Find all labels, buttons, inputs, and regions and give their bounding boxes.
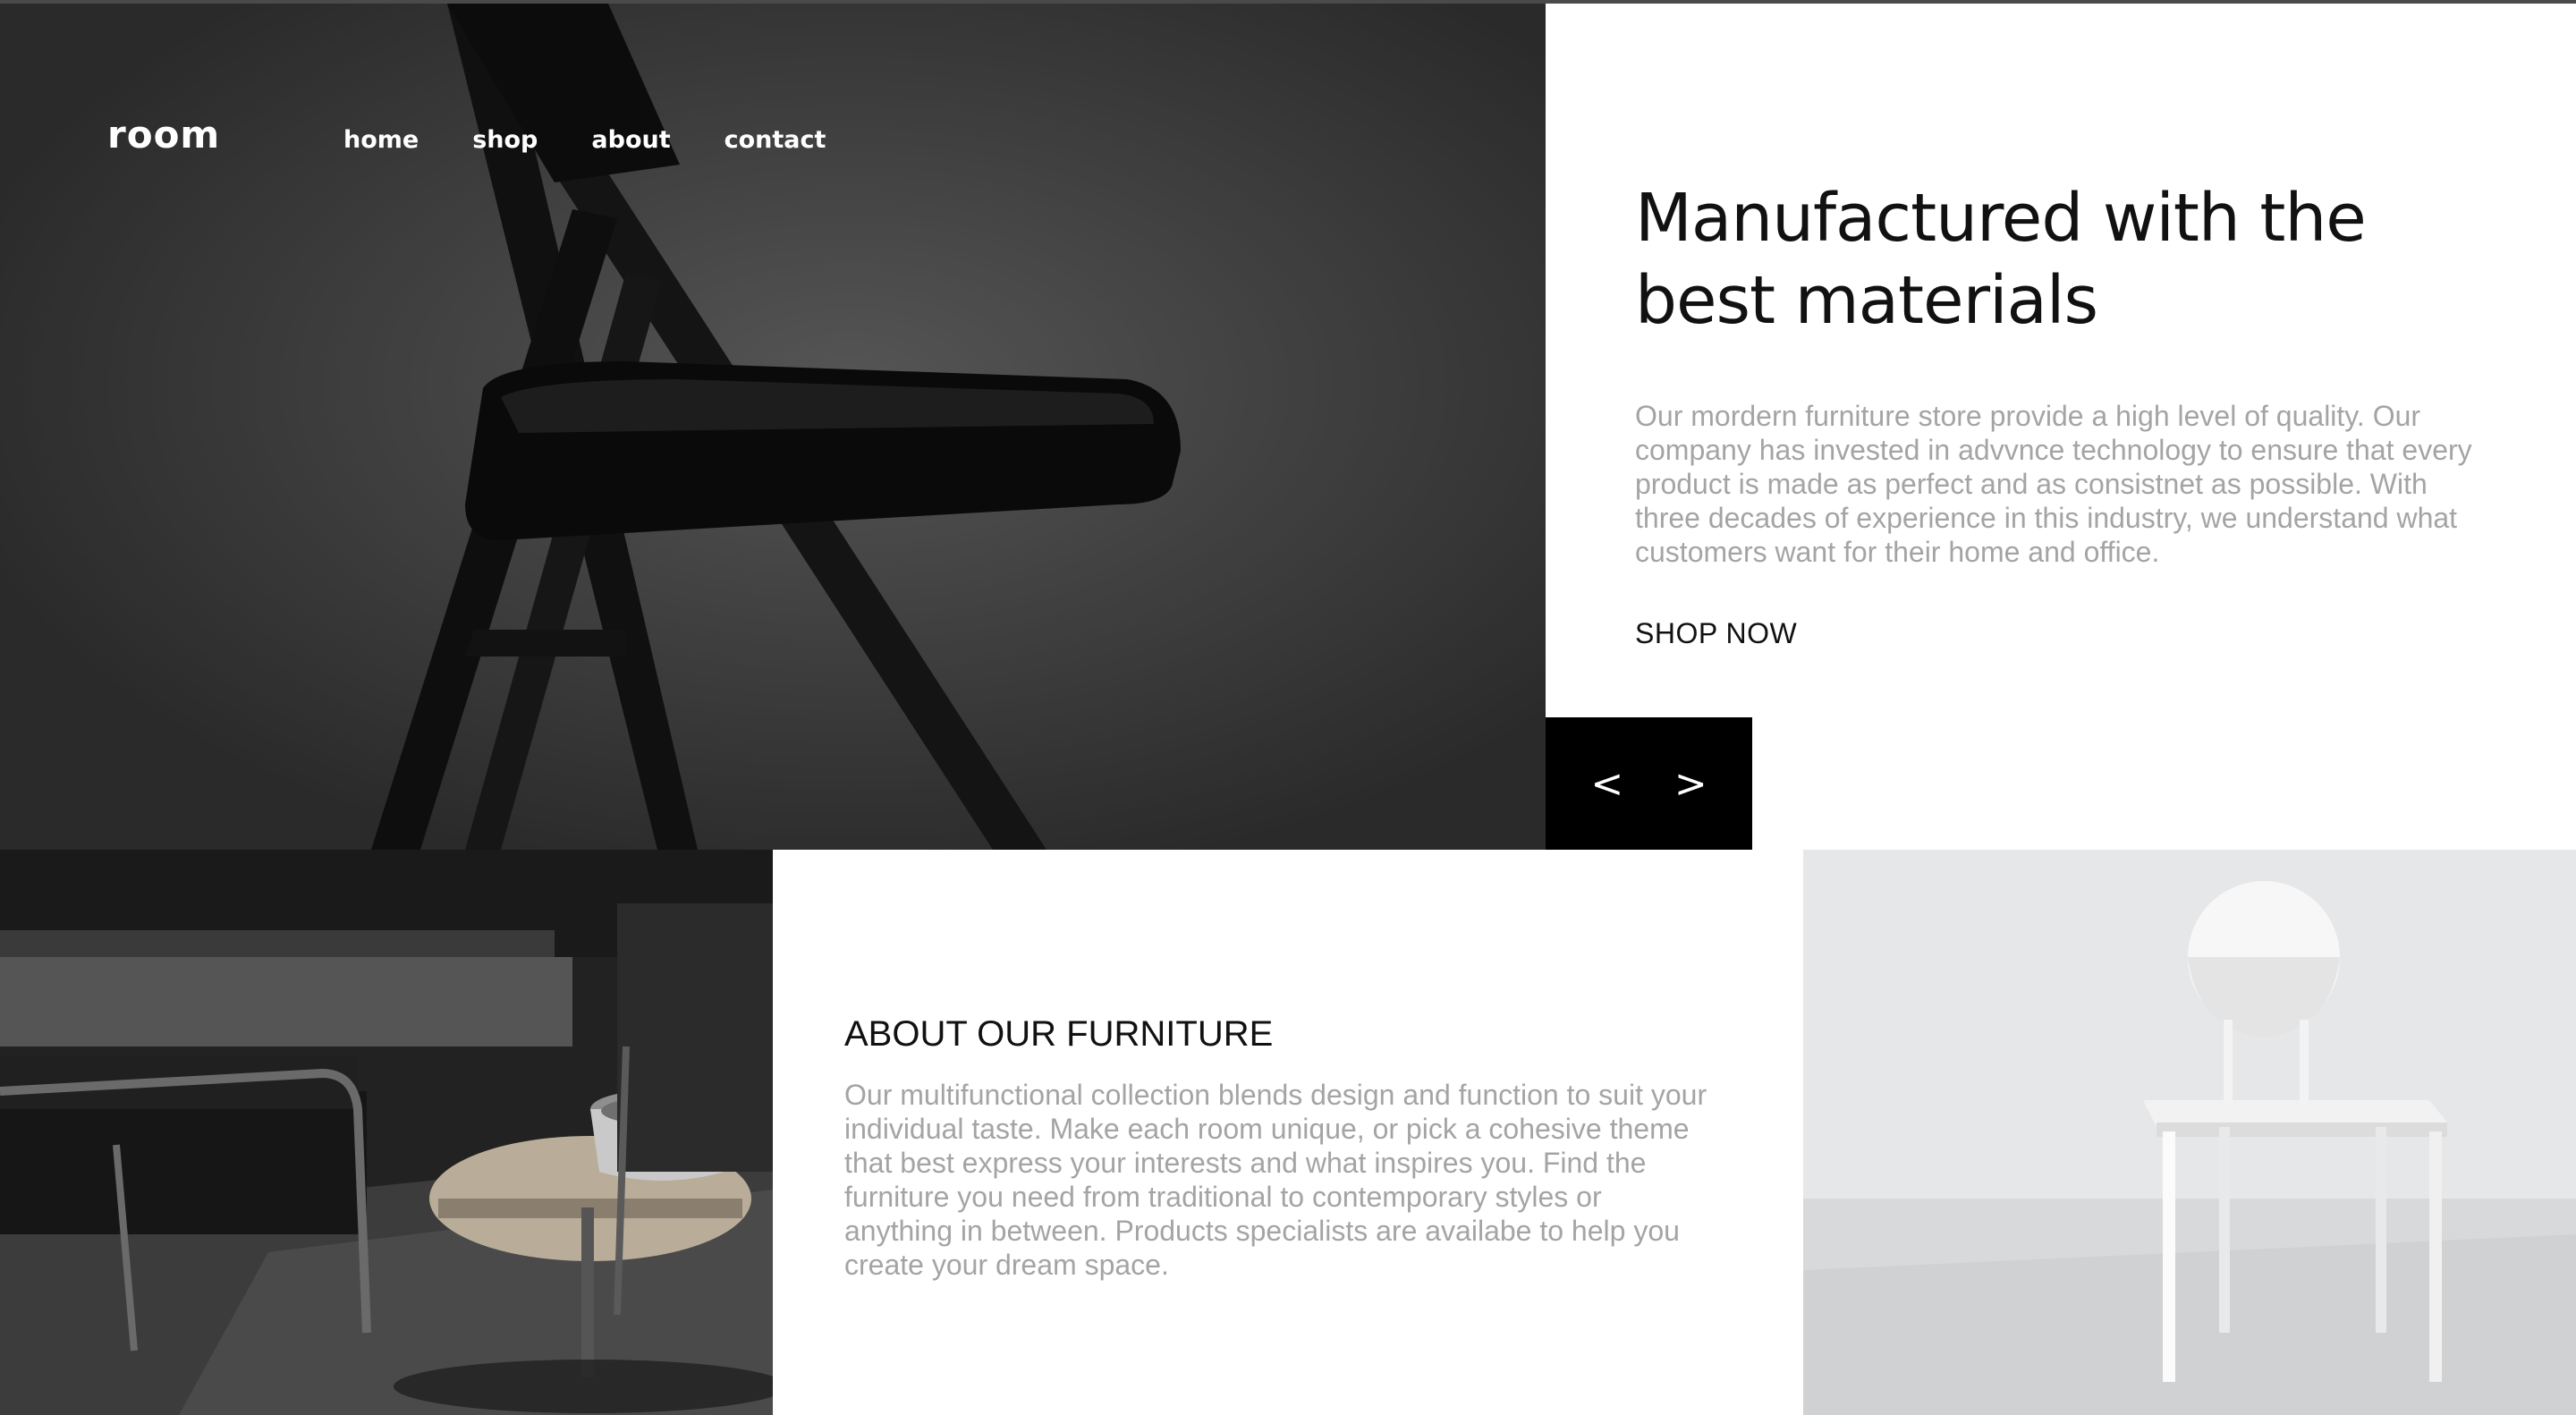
nav-about-link[interactable]: about (591, 126, 670, 154)
hero-title: Manufactured with the best materials (1635, 180, 2367, 339)
about-section: ABOUT OUR FURNITURE Our multifunctional … (844, 1014, 1721, 1282)
hero-content: Manufactured with the best materials Our… (1635, 177, 2494, 650)
nav-shop-link[interactable]: shop (472, 126, 538, 154)
slider-next-button[interactable]: > (1664, 761, 1717, 807)
main-nav: home shop about contact (343, 126, 879, 154)
hero-image-folding-chair: room home shop about contact (0, 4, 1546, 850)
nav-home-link[interactable]: home (343, 126, 419, 154)
slider-prev-button[interactable]: < (1580, 761, 1634, 807)
about-title: ABOUT OUR FURNITURE (844, 1014, 1274, 1054)
nav-contact-link[interactable]: contact (724, 126, 826, 154)
about-description: Our multifunctional collection blends de… (844, 1079, 1707, 1281)
slider-controls: < > (1546, 717, 1752, 850)
shop-now-link[interactable]: SHOP NOW (1635, 617, 1797, 650)
room-interior-image (0, 850, 773, 1415)
hero-description: Our mordern furniture store provide a hi… (1635, 400, 2472, 568)
brand-logo[interactable]: room (107, 113, 220, 157)
white-chair-image (1803, 850, 2576, 1415)
